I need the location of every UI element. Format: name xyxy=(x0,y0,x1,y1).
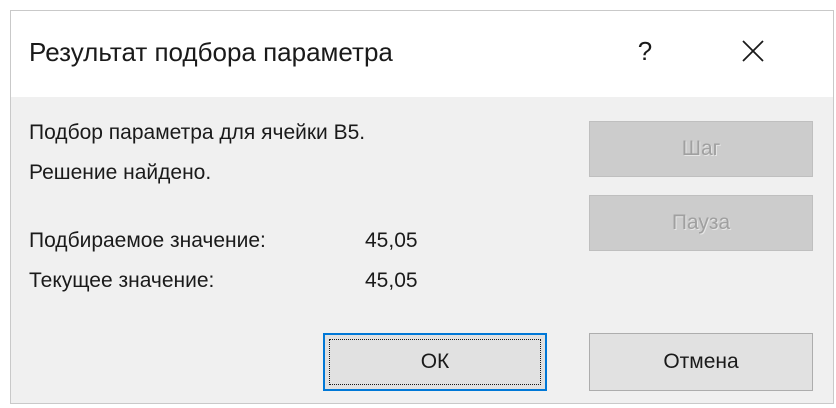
status-message-result: Решение найдено. xyxy=(29,161,212,184)
focus-ring xyxy=(329,339,541,385)
pause-button-label: Пауза xyxy=(671,211,731,234)
title-bar: Результат подбора параметра ? xyxy=(11,11,833,97)
current-value: 45,05 xyxy=(365,269,418,292)
step-button[interactable]: Шаг xyxy=(589,121,813,177)
help-button[interactable]: ? xyxy=(623,29,667,73)
screen: Результат подбора параметра ? Подбор пар… xyxy=(0,0,836,408)
step-button-label: Шаг xyxy=(681,137,721,160)
ok-button[interactable]: ОК xyxy=(323,333,547,391)
close-icon xyxy=(742,40,764,62)
current-value-label: Текущее значение: xyxy=(29,269,215,292)
cancel-button[interactable]: Отмена xyxy=(589,333,813,391)
close-button[interactable] xyxy=(729,29,777,73)
target-value-label: Подбираемое значение: xyxy=(29,229,266,252)
cancel-button-label: Отмена xyxy=(663,350,739,373)
dialog-title: Результат подбора параметра xyxy=(29,37,393,67)
status-message-cell: Подбор параметра для ячейки B5. xyxy=(29,121,366,144)
pause-button[interactable]: Пауза xyxy=(589,195,813,251)
goal-seek-status-dialog: Результат подбора параметра ? Подбор пар… xyxy=(10,10,834,404)
target-value: 45,05 xyxy=(365,229,418,252)
